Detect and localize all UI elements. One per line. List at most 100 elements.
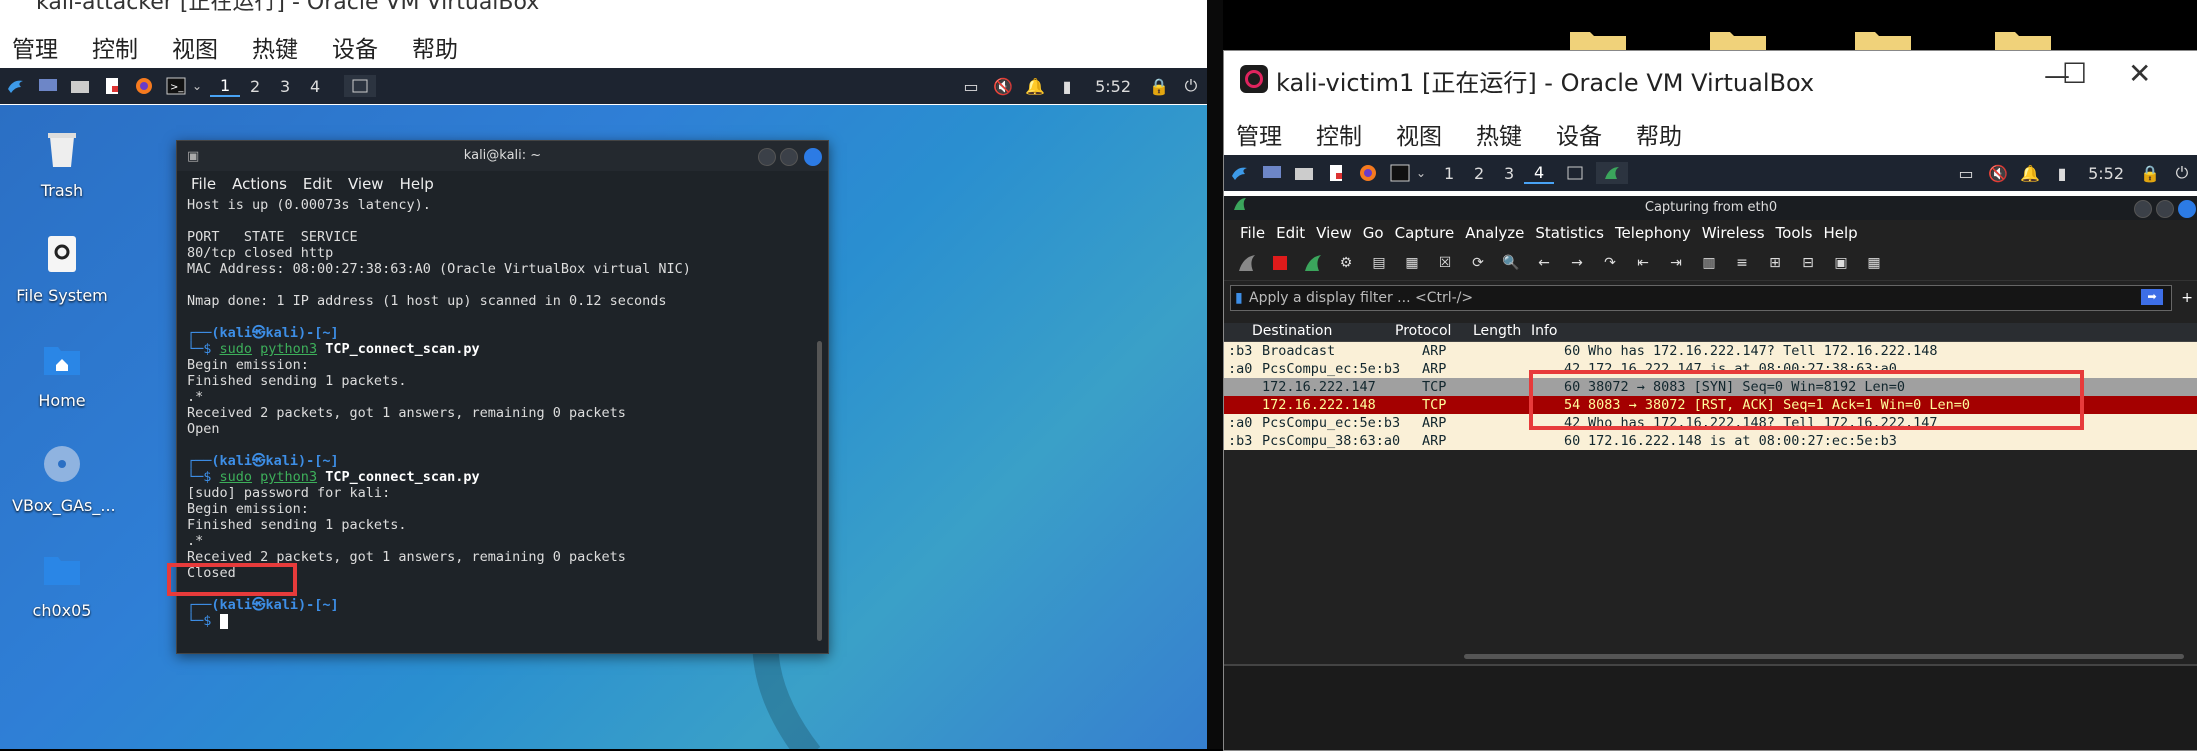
autoscroll-icon[interactable]: ▥ [1698, 252, 1720, 274]
menu-devices[interactable]: 设备 [332, 30, 378, 63]
maximize-icon[interactable]: ☐ [1052, 0, 1072, 3]
terminal-launcher-icon[interactable]: >_ [165, 75, 187, 97]
menu-control[interactable]: 控制 [92, 30, 138, 63]
menu-edit[interactable]: Edit [1276, 224, 1305, 242]
show-desktop-icon[interactable] [37, 75, 59, 97]
menu-help[interactable]: Help [1823, 224, 1857, 242]
packet-details-pane[interactable] [1224, 666, 2197, 750]
mute-icon[interactable]: 🔇 [1987, 162, 2009, 184]
clock[interactable]: 5:52 [1095, 77, 1131, 96]
mute-icon[interactable]: 🔇 [992, 75, 1014, 97]
menu-devices[interactable]: 设备 [1556, 117, 1602, 150]
resize-columns-icon[interactable]: ▦ [1863, 252, 1885, 274]
menu-analyze[interactable]: Analyze [1465, 224, 1524, 242]
wireshark-titlebar[interactable]: Capturing from eth0 [1224, 196, 2197, 220]
power-icon[interactable]: ⏻ [2171, 162, 2193, 184]
window-titlebar[interactable]: kali-victim1 [正在运行] - Oracle VM VirtualB… [1224, 51, 2197, 107]
menu-hotkey[interactable]: 热键 [1476, 117, 1522, 150]
menu-view[interactable]: 视图 [172, 30, 218, 63]
menu-edit[interactable]: Edit [303, 175, 332, 193]
menu-view[interactable]: 视图 [1396, 117, 1442, 150]
col-protocol[interactable]: Protocol [1367, 323, 1453, 341]
colorize-icon[interactable]: ≡ [1731, 252, 1753, 274]
open-file-icon[interactable]: ▤ [1368, 252, 1390, 274]
display-filter-input[interactable]: ▮ Apply a display filter ... <Ctrl-/> ➡ … [1230, 285, 2193, 311]
kali-menu-icon[interactable] [1229, 162, 1251, 184]
col-info[interactable]: Info [1531, 323, 1558, 341]
workspace-1[interactable]: 1 [1434, 164, 1464, 183]
close-button[interactable] [804, 148, 822, 166]
first-packet-icon[interactable]: ⇤ [1632, 252, 1654, 274]
power-icon[interactable]: ⏻ [1180, 75, 1202, 97]
lock-icon[interactable]: 🔒 [1148, 75, 1170, 97]
close-icon[interactable]: ✕ [1150, 0, 1168, 3]
taskbar-terminal-icon[interactable] [1564, 162, 1586, 184]
go-forward-icon[interactable]: → [1566, 252, 1588, 274]
col-destination[interactable]: Destination [1252, 323, 1367, 341]
battery-icon[interactable]: ▮ [2051, 162, 2073, 184]
desktop-icon-home[interactable]: Home [12, 337, 112, 410]
menu-help[interactable]: Help [400, 175, 434, 193]
bell-icon[interactable]: 🔔 [1024, 75, 1046, 97]
terminal-launcher-icon[interactable] [1389, 162, 1411, 184]
normal-size-icon[interactable]: ▣ [1830, 252, 1852, 274]
maximize-icon[interactable]: ☐ [2062, 57, 2087, 90]
menu-go[interactable]: Go [1363, 224, 1384, 242]
go-back-icon[interactable]: ← [1533, 252, 1555, 274]
show-desktop-icon[interactable] [1261, 162, 1283, 184]
menu-control[interactable]: 控制 [1316, 117, 1362, 150]
command-line[interactable]: └─$ [187, 613, 810, 629]
close-button[interactable] [2178, 200, 2196, 218]
menu-help[interactable]: 帮助 [412, 30, 458, 63]
text-editor-icon[interactable] [101, 75, 123, 97]
terminal-scrollbar[interactable] [817, 341, 822, 641]
menu-actions[interactable]: Actions [232, 175, 287, 193]
menu-file[interactable]: File [1240, 224, 1265, 242]
desktop-icon-vbox-gas[interactable]: VBox_GAs_... [12, 442, 116, 515]
capture-options-icon[interactable]: ⚙ [1335, 252, 1357, 274]
text-editor-icon[interactable] [1325, 162, 1347, 184]
stop-capture-icon[interactable] [1269, 252, 1291, 274]
col-length[interactable]: Length [1453, 323, 1531, 341]
menu-wireless[interactable]: Wireless [1702, 224, 1765, 242]
workspace-3[interactable]: 3 [270, 77, 300, 96]
workspace-1[interactable]: 1 [210, 76, 241, 97]
menu-capture[interactable]: Capture [1395, 224, 1455, 242]
menu-help[interactable]: 帮助 [1636, 117, 1682, 150]
display-icon[interactable]: ▭ [1955, 162, 1977, 184]
menu-manage[interactable]: 管理 [1236, 117, 1282, 150]
terminal-titlebar[interactable]: ▣ kali@kali: ~ [177, 141, 828, 171]
menu-statistics[interactable]: Statistics [1535, 224, 1604, 242]
packet-row[interactable]: :b3 Broadcast ARP 60 Who has 172.16.222.… [1224, 342, 2197, 360]
menu-manage[interactable]: 管理 [12, 30, 58, 63]
reload-icon[interactable]: ⟳ [1467, 252, 1489, 274]
start-capture-icon[interactable] [1236, 252, 1258, 274]
maximize-button[interactable] [2156, 200, 2174, 218]
lock-icon[interactable]: 🔒 [2139, 162, 2161, 184]
last-packet-icon[interactable]: ⇥ [1665, 252, 1687, 274]
firefox-icon[interactable] [133, 75, 155, 97]
restart-capture-icon[interactable] [1302, 252, 1324, 274]
workspace-4[interactable]: 4 [300, 77, 330, 96]
close-icon[interactable]: ✕ [2128, 57, 2151, 90]
zoom-in-icon[interactable]: ⊞ [1764, 252, 1786, 274]
add-filter-icon[interactable]: + [2181, 286, 2193, 310]
desktop-icon-trash[interactable]: Trash [12, 127, 112, 200]
close-file-icon[interactable]: ☒ [1434, 252, 1456, 274]
workspace-3[interactable]: 3 [1494, 164, 1524, 183]
battery-icon[interactable]: ▮ [1056, 75, 1078, 97]
find-packet-icon[interactable]: 🔍 [1500, 252, 1522, 274]
firefox-icon[interactable] [1357, 162, 1379, 184]
save-file-icon[interactable]: ▦ [1401, 252, 1423, 274]
zoom-out-icon[interactable]: ⊟ [1797, 252, 1819, 274]
menu-telephony[interactable]: Telephony [1615, 224, 1691, 242]
packet-row[interactable]: :b3 PcsCompu_38:63:a0 ARP 60 172.16.222.… [1224, 432, 2197, 450]
menu-file[interactable]: File [191, 175, 216, 193]
taskbar-terminal-icon[interactable] [344, 75, 377, 97]
taskbar-wireshark-icon[interactable] [1596, 162, 1629, 184]
minimize-button[interactable] [2134, 200, 2152, 218]
maximize-button[interactable] [780, 148, 798, 166]
minimize-button[interactable] [758, 148, 776, 166]
apply-filter-icon[interactable]: ➡ [2141, 289, 2163, 305]
desktop-icon-filesystem[interactable]: File System [12, 232, 112, 305]
